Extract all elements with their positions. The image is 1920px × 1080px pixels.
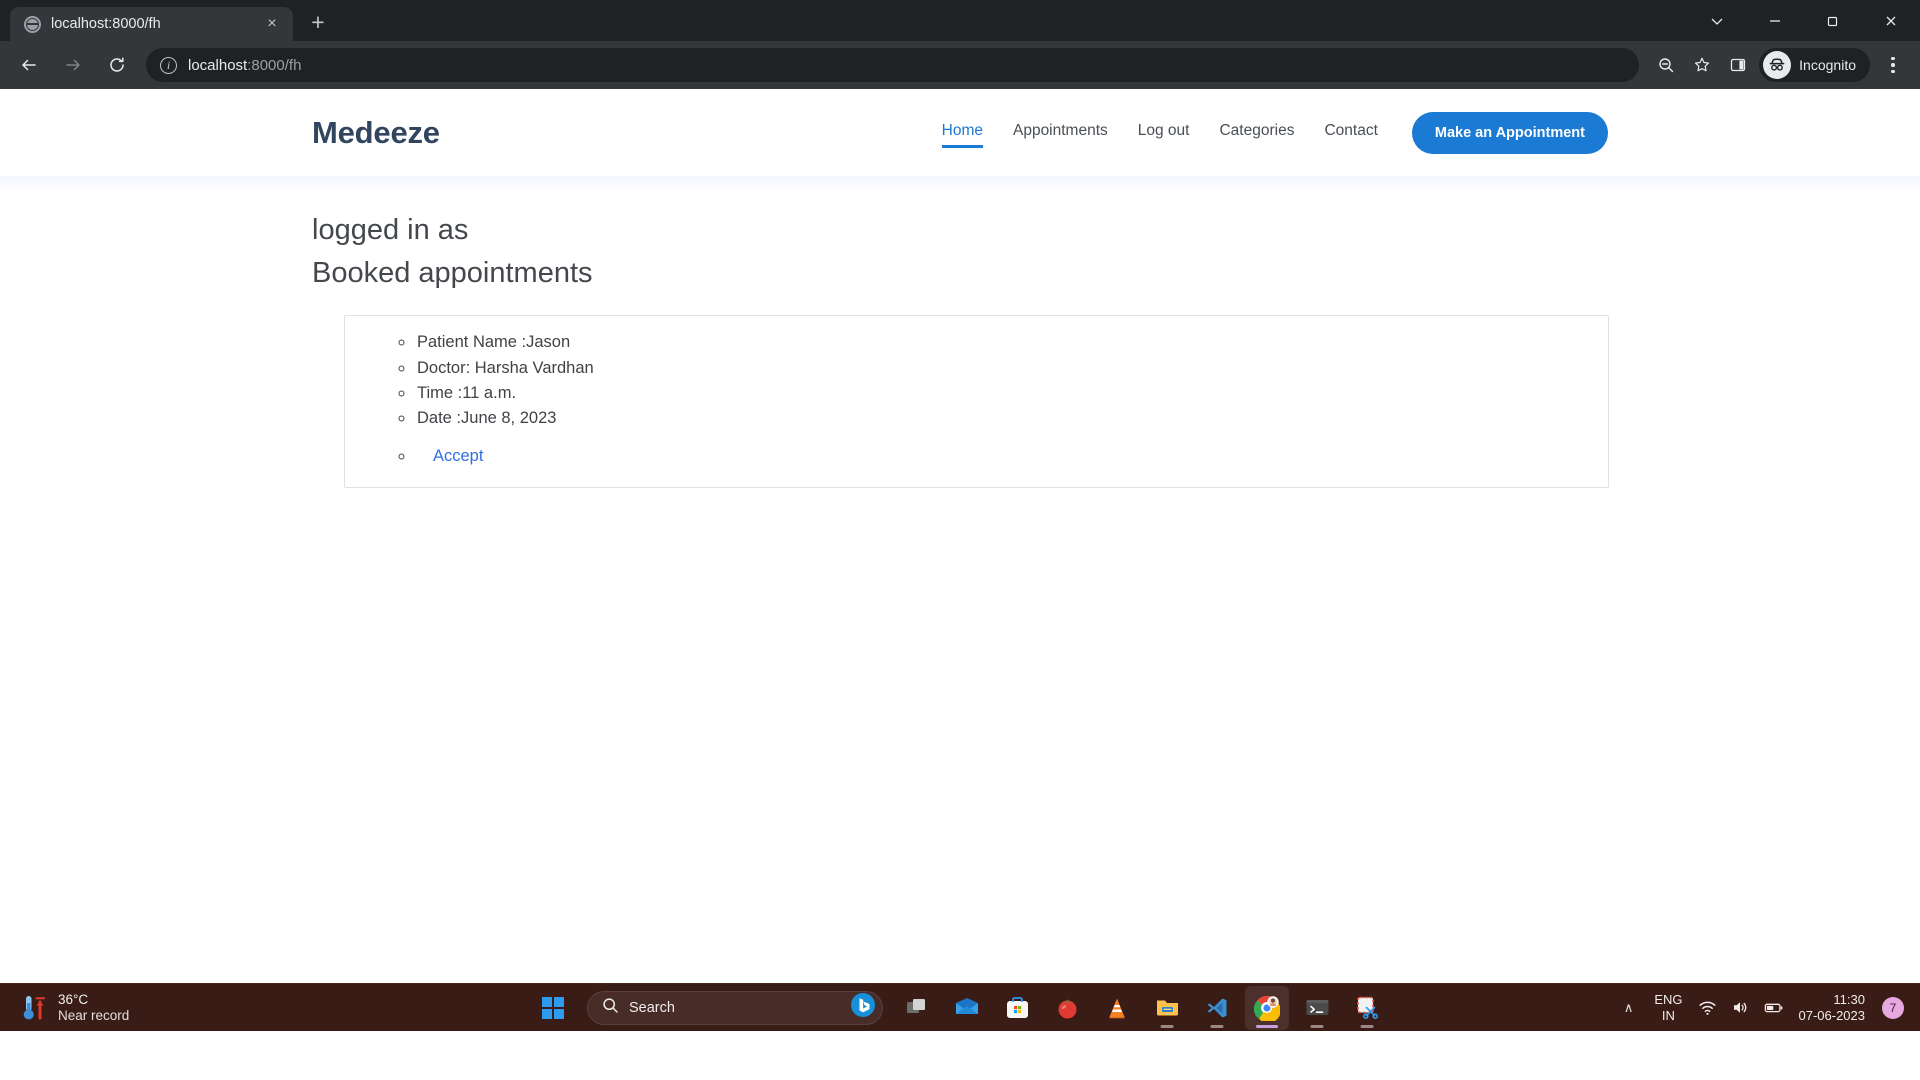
list-item-doctor: Doctor: Harsha Vardhan [415,356,1608,381]
zoom-out-icon[interactable] [1649,48,1683,82]
thermometer-icon [22,993,48,1023]
close-window-icon[interactable] [1862,0,1920,41]
browser-window: localhost:8000/fh × + i localhost:8000/f… [0,0,1920,1080]
windows-start-icon[interactable] [531,986,575,1030]
microsoft-store-icon[interactable] [995,986,1039,1030]
window-controls [1688,0,1920,41]
snipping-tool-icon[interactable] [1345,986,1389,1030]
nav-item-appointments[interactable]: Appointments [1013,122,1108,143]
browser-toolbar: i localhost:8000/fh Incognito [0,41,1920,89]
address-bar[interactable]: i localhost:8000/fh [146,48,1640,82]
nav-item-home[interactable]: Home [941,122,984,148]
language-indicator[interactable]: ENG IN [1652,992,1684,1023]
clock-date: 07-06-2023 [1798,1007,1866,1023]
running-indicator [1160,1024,1174,1028]
google-chrome-icon[interactable] [1245,985,1289,1030]
site-header: Medeeze Home Appointments Log out Catego… [0,89,1920,192]
tab-strip: localhost:8000/fh × + [0,0,1920,41]
vlc-icon[interactable] [1095,986,1139,1030]
terminal-icon[interactable] [1295,986,1339,1030]
battery-icon[interactable] [1764,998,1784,1018]
file-explorer-icon[interactable] [1145,986,1189,1030]
windows-taskbar: 36°C Near record Search ∧ ENG IN 11:30 0… [0,983,1920,1031]
weather-temperature: 36°C [58,991,89,1007]
mail-icon[interactable] [945,986,989,1030]
browser-tab[interactable]: localhost:8000/fh × [10,7,293,41]
tab-title: localhost:8000/fh [51,16,161,32]
minimize-icon[interactable] [1746,0,1804,41]
main-navigation: Home Appointments Log out Categories Con… [941,111,1608,154]
page-content: logged in as Booked appointments Patient… [0,176,1920,489]
language-line-1: ENG [1654,992,1683,1008]
page-viewport: Medeeze Home Appointments Log out Catego… [0,89,1920,1031]
weather-widget[interactable]: 36°C Near record [0,992,300,1024]
running-indicator [1310,1024,1324,1028]
speaker-icon[interactable] [1731,998,1751,1018]
vs-code-icon[interactable] [1195,986,1239,1030]
url-host: localhost [188,56,248,74]
taskbar-apps: Search [531,985,1389,1030]
running-indicator [1256,1024,1278,1028]
back-button[interactable] [12,48,46,82]
nav-item-categories[interactable]: Categories [1219,122,1294,143]
forward-button[interactable] [56,48,90,82]
close-icon[interactable]: × [261,13,283,35]
accept-link[interactable]: Accept [433,447,483,465]
language-line-2: IN [1661,1007,1675,1023]
search-input[interactable]: Search [587,990,883,1025]
running-indicator [1360,1024,1374,1028]
search-icon [602,997,619,1019]
bing-chat-icon[interactable] [850,992,876,1023]
notification-badge[interactable]: 7 [1882,996,1904,1019]
logged-in-heading: logged in as [312,214,469,246]
weather-description: Near record [58,1007,130,1023]
search-placeholder: Search [629,999,675,1016]
url-text: localhost:8000/fh [188,57,301,74]
clock-time: 11:30 [1833,991,1865,1007]
chevron-up-icon[interactable]: ∧ [1618,1000,1640,1016]
list-item-date: Date :June 8, 2023 [415,406,1608,431]
maximize-icon[interactable] [1804,0,1862,41]
make-an-appointment-button[interactable]: Make an Appointment [1411,111,1608,154]
appointment-details-list: Patient Name :Jason Doctor: Harsha Vardh… [415,330,1608,469]
list-item-patient: Patient Name :Jason [415,330,1608,355]
clock[interactable]: 11:30 07-06-2023 [1797,992,1866,1023]
list-item-accept: Accept [415,444,1608,469]
url-path: :8000/fh [247,56,302,74]
running-indicator [1210,1024,1224,1028]
appointment-card: Patient Name :Jason Doctor: Harsha Vardh… [344,315,1609,489]
list-item-time: Time :11 a.m. [415,381,1608,406]
booked-appointments-heading: Booked appointments [312,257,593,290]
weather-text: 36°C Near record [58,992,129,1024]
three-dot-menu-icon[interactable] [1876,48,1910,82]
new-tab-button[interactable]: + [301,5,335,39]
star-icon[interactable] [1685,48,1719,82]
system-tray: ∧ ENG IN 11:30 07-06-2023 7 [1618,992,1920,1023]
profile-label: Incognito [1799,57,1856,73]
globe-icon [24,15,41,33]
incognito-avatar-icon [1763,51,1792,79]
reload-button[interactable] [100,48,134,82]
chevron-down-icon[interactable] [1688,0,1746,41]
nav-item-logout[interactable]: Log out [1138,122,1190,143]
brand-logo[interactable]: Medeeze [312,115,440,151]
info-icon[interactable]: i [160,56,177,74]
nav-item-contact[interactable]: Contact [1324,122,1377,143]
side-panel-icon[interactable] [1721,48,1755,82]
task-view-icon[interactable] [895,986,939,1030]
wifi-icon[interactable] [1698,998,1718,1018]
tomato-timer-icon[interactable] [1045,986,1089,1030]
profile-chip[interactable]: Incognito [1759,48,1870,82]
